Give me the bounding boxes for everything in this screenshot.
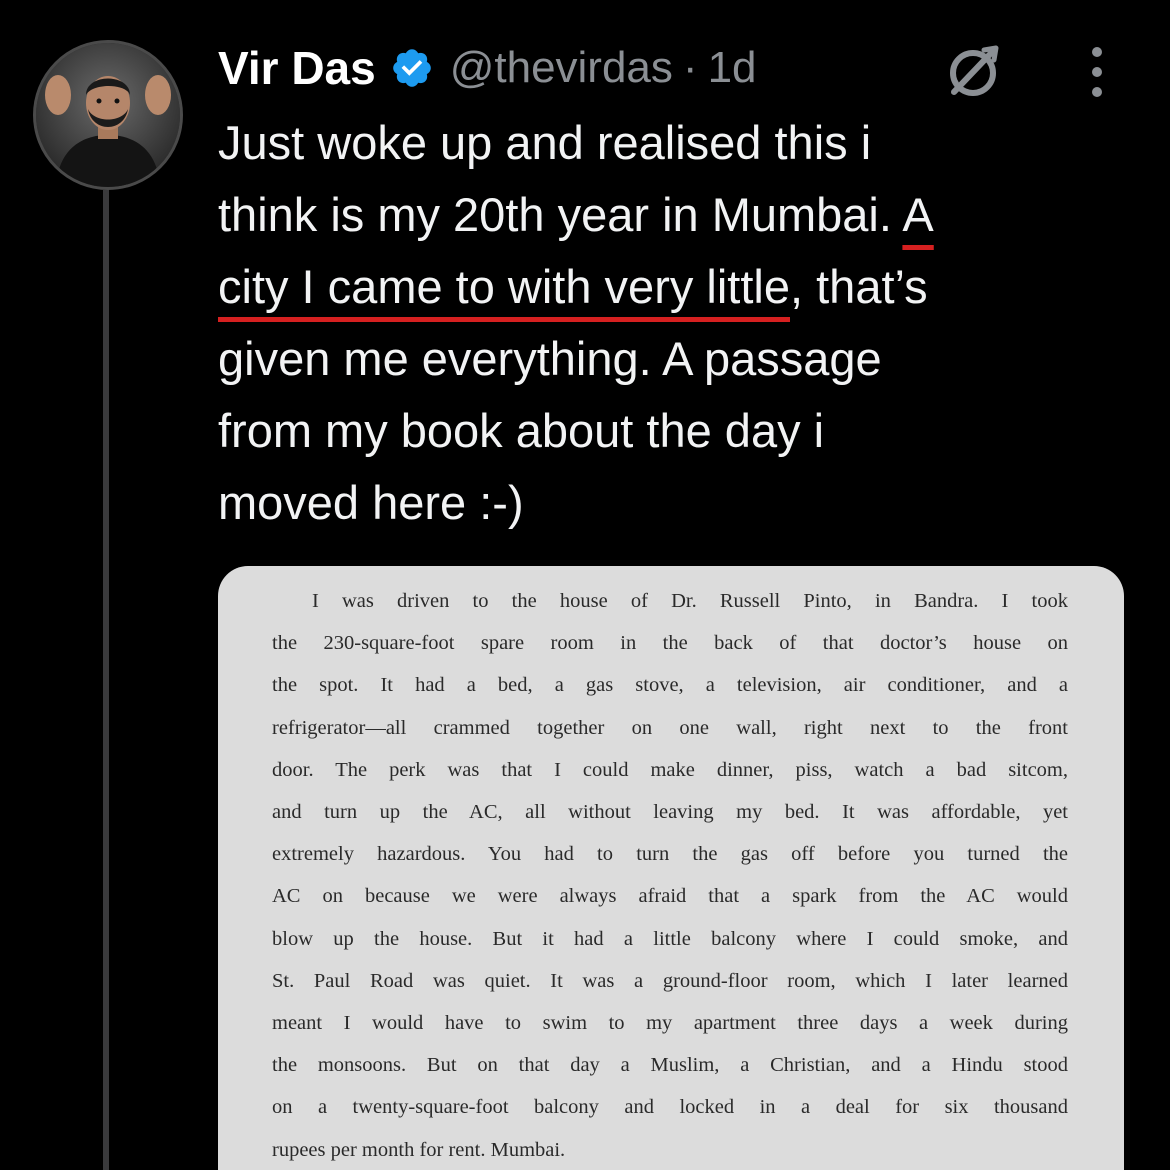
passage-line: AC on because we were always afraid that… [272,885,1068,908]
passage-line: and turn up the AC, all without leaving … [272,801,1068,824]
passage-line: refrigerator—all crammed together on one… [272,716,1068,739]
separator-dot: · [682,43,698,92]
attached-image[interactable]: I was driven to the house of Dr. Russell… [218,566,1124,1170]
passage-line: St. Paul Road was quiet. It was a ground… [272,969,1068,992]
timestamp[interactable]: 1d [708,43,757,93]
tweet-text-line: given me everything. A passage [218,332,882,385]
passage-line: the spot. It had a bed, a gas stove, a t… [272,674,1068,697]
avatar[interactable] [33,40,183,190]
thread-line [103,190,109,1170]
verified-badge-icon [390,46,434,90]
tweet-text-line: Just woke up and realised this i [218,116,872,169]
display-name[interactable]: Vir Das [218,41,376,95]
grok-icon[interactable] [944,42,1002,100]
more-vertical-icon[interactable] [1080,44,1114,100]
tweet-text-line: moved here :-) [218,476,524,529]
highlighted-phrase: A [902,188,934,241]
passage-line: meant I would have to swim to my apartme… [272,1012,1068,1035]
tweet-text-line: from my book about the day i [218,404,825,457]
passage-line: on a twenty-square-foot balcony and lock… [272,1096,1068,1119]
tweet-text-line: city I came to with very little, that’s [218,260,928,313]
tweet-header: Vir Das @thevirdas · 1d [218,38,757,98]
passage-line: door. The perk was that I could make din… [272,758,1068,781]
passage-line: I was driven to the house of Dr. Russell… [312,590,1068,612]
tweet-text-line: think is my 20th year in Mumbai. A [218,188,934,241]
passage-line: the 230-square-foot spare room in the ba… [272,632,1068,655]
passage-line: blow up the house. But it had a little b… [272,927,1068,950]
tweet-text: Just woke up and realised this i think i… [218,107,1118,539]
book-passage: I was driven to the house of Dr. Russell… [272,580,1068,1170]
highlighted-phrase: city I came to with very little [218,260,790,313]
handle[interactable]: @thevirdas [450,43,673,93]
passage-line: the monsoons. But on that day a Muslim, … [272,1054,1068,1077]
tweet[interactable]: Vir Das @thevirdas · 1d Just woke up and… [0,0,1170,1170]
passage-line: extremely hazardous. You had to turn the… [272,843,1068,866]
passage-line: rupees per month for rent. Mumbai. [272,1138,566,1161]
